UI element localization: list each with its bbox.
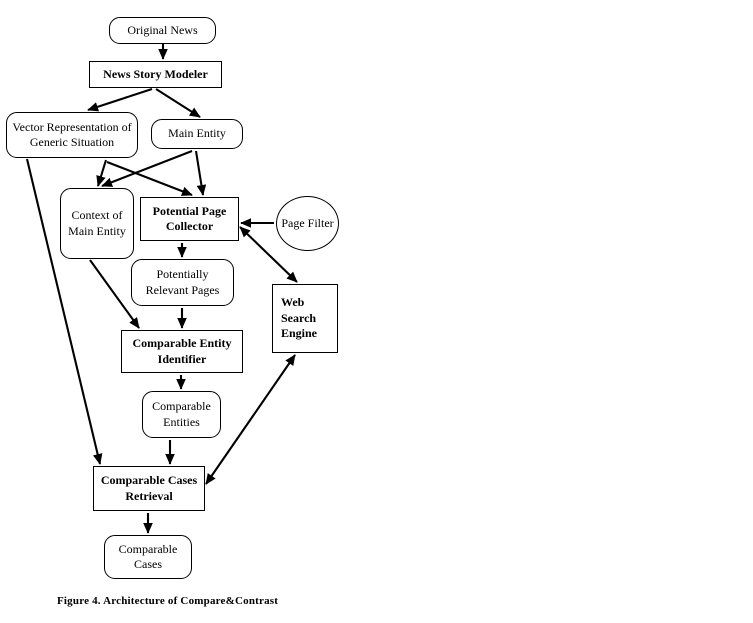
node-potentially-relevant-pages-label: Potentially Relevant Pages xyxy=(145,267,220,297)
node-comparable-entities-label: Comparable Entities xyxy=(152,399,211,429)
node-comparable-cases[interactable]: Comparable Cases xyxy=(104,535,192,579)
node-potentially-relevant-pages[interactable]: Potentially Relevant Pages xyxy=(131,259,234,306)
node-comparable-entity-identifier[interactable]: Comparable Entity Identifier xyxy=(121,330,243,373)
node-page-filter-label: Page Filter xyxy=(281,215,334,230)
node-main-entity[interactable]: Main Entity xyxy=(151,119,243,149)
edge-news-story-modeler-to-main-entity xyxy=(155,88,201,118)
node-news-story-modeler-label: News Story Modeler xyxy=(103,66,208,81)
node-web-search-engine-label: Web Search Engine xyxy=(281,295,318,341)
figure-caption: Figure 4. Architecture of Compare&Contra… xyxy=(57,595,279,607)
node-comparable-cases-retrieval[interactable]: Comparable Cases Retrieval xyxy=(93,466,205,511)
edge-vector-representation-to-context-of-main-entity xyxy=(96,159,108,187)
node-main-entity-label: Main Entity xyxy=(168,126,226,141)
node-comparable-entity-identifier-label: Comparable Entity Identifier xyxy=(132,336,232,366)
node-potential-page-collector[interactable]: Potential Page Collector xyxy=(140,197,239,241)
node-context-of-main-entity-label: Context of Main Entity xyxy=(68,208,126,238)
node-vector-representation-label: Vector Representation of Generic Situati… xyxy=(12,119,132,149)
edge-news-story-modeler-to-vector-representation xyxy=(87,88,153,112)
node-potential-page-collector-label: Potential Page Collector xyxy=(152,203,227,233)
node-comparable-entities[interactable]: Comparable Entities xyxy=(142,391,221,438)
node-original-news-label: Original News xyxy=(127,22,198,37)
edge-layer xyxy=(25,44,298,534)
figure-architecture-diagram: Original News News Story Modeler Vector … xyxy=(0,0,753,623)
node-page-filter[interactable]: Page Filter xyxy=(276,196,339,251)
node-comparable-cases-retrieval-label: Comparable Cases Retrieval xyxy=(100,473,198,503)
node-web-search-engine[interactable]: Web Search Engine xyxy=(272,284,338,353)
edge-main-entity-to-potential-page-collector xyxy=(194,150,207,196)
node-news-story-modeler[interactable]: News Story Modeler xyxy=(89,61,222,88)
node-comparable-cases-label: Comparable Cases xyxy=(118,541,178,571)
node-vector-representation[interactable]: Vector Representation of Generic Situati… xyxy=(6,112,138,158)
node-original-news[interactable]: Original News xyxy=(109,17,216,44)
node-context-of-main-entity[interactable]: Context of Main Entity xyxy=(60,188,134,259)
